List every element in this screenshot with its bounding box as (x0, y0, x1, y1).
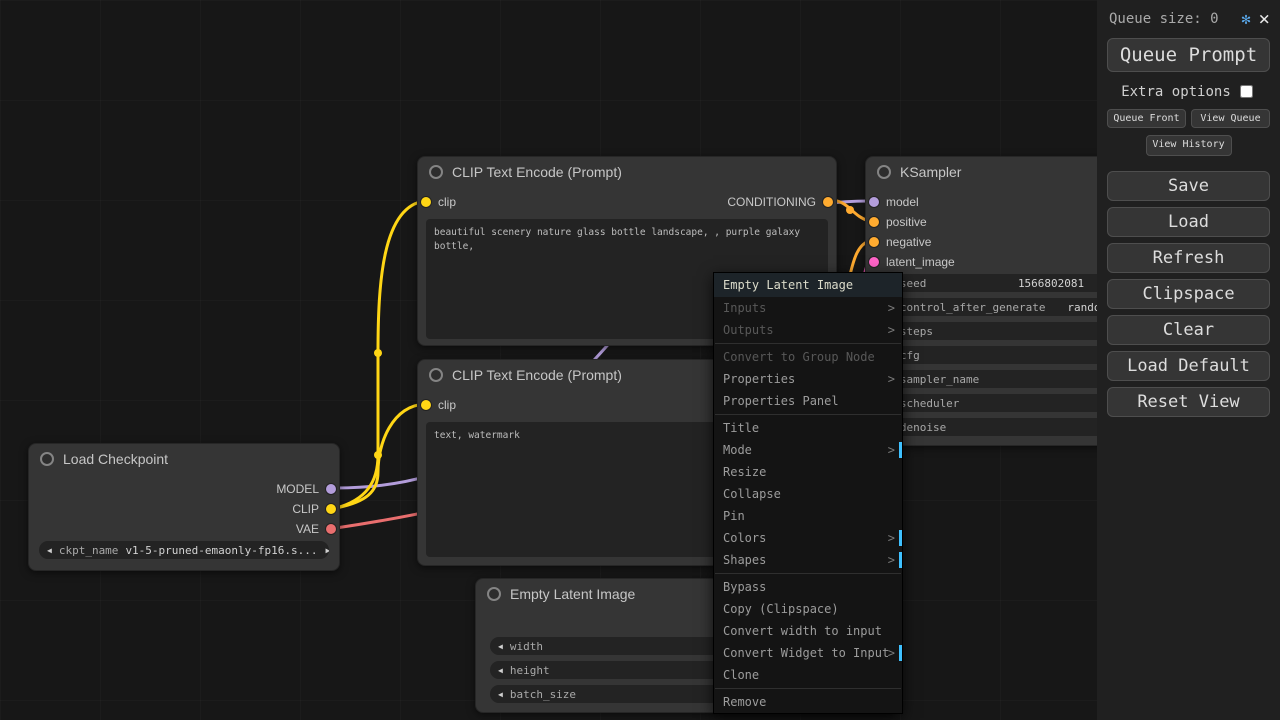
submenu-arrow-icon: > (888, 372, 895, 386)
model-port-icon[interactable] (869, 197, 879, 207)
menu-separator (715, 343, 901, 344)
queue-front-button[interactable]: Queue Front (1107, 109, 1186, 128)
menu-item-pin[interactable]: Pin (714, 505, 902, 527)
conditioning-port-icon[interactable] (823, 197, 833, 207)
menu-item-remove[interactable]: Remove (714, 691, 902, 713)
input-latent-image[interactable]: latent_image (869, 252, 955, 272)
output-conditioning[interactable]: CONDITIONING (727, 192, 833, 212)
menu-item-title[interactable]: Title (714, 417, 902, 439)
menu-item-convert-widget-to-input[interactable]: Convert Widget to Input > (714, 642, 902, 664)
input-clip[interactable]: clip (421, 395, 456, 415)
menu-item-copy-clipspace[interactable]: Copy (Clipspace) (714, 598, 902, 620)
node-load-checkpoint[interactable]: Load Checkpoint MODEL CLIP VAE ◀ ckpt_na… (28, 443, 340, 571)
load-button[interactable]: Load (1107, 207, 1270, 237)
submenu-accent-bar (899, 530, 902, 546)
next-arrow-icon[interactable]: ▶ (326, 546, 330, 555)
menu-item-properties[interactable]: Properties > (714, 368, 902, 390)
link-dot (374, 349, 382, 357)
menu-separator (715, 688, 901, 689)
menu-item-convert-to-group-node: Convert to Group Node (714, 346, 902, 368)
queue-size-label: Queue size: 0 (1109, 11, 1234, 27)
submenu-arrow-icon: > (888, 646, 895, 660)
prev-arrow-icon[interactable]: ◀ (498, 642, 503, 651)
collapse-dot-icon[interactable] (429, 165, 443, 179)
save-button[interactable]: Save (1107, 171, 1270, 201)
menu-item-bypass[interactable]: Bypass (714, 576, 902, 598)
collapse-dot-icon[interactable] (487, 587, 501, 601)
submenu-accent-bar (899, 442, 902, 458)
submenu-accent-bar (899, 645, 902, 661)
submenu-arrow-icon: > (888, 553, 895, 567)
collapse-dot-icon[interactable] (877, 165, 891, 179)
vae-port-icon[interactable] (326, 524, 336, 534)
submenu-accent-bar (899, 552, 902, 568)
ckpt-name-widget[interactable]: ◀ ckpt_name v1-5-pruned-emaonly-fp16.s..… (39, 541, 329, 559)
context-menu-title: Empty Latent Image (714, 273, 902, 297)
menu-item-resize[interactable]: Resize (714, 461, 902, 483)
view-queue-button[interactable]: View Queue (1191, 109, 1270, 128)
clip-port-icon[interactable] (421, 197, 431, 207)
settings-gear-icon[interactable]: ✻ (1242, 10, 1251, 28)
node-title: CLIP Text Encode (Prompt) (452, 164, 622, 180)
load-default-button[interactable]: Load Default (1107, 351, 1270, 381)
input-clip[interactable]: clip (421, 192, 456, 212)
menu-item-shapes[interactable]: Shapes > (714, 549, 902, 571)
submenu-arrow-icon: > (888, 323, 895, 337)
input-negative[interactable]: negative (869, 232, 931, 252)
prev-arrow-icon[interactable]: ◀ (47, 546, 52, 555)
output-model[interactable]: MODEL (276, 479, 336, 499)
menu-item-colors[interactable]: Colors > (714, 527, 902, 549)
node-header[interactable]: Load Checkpoint (29, 444, 339, 474)
node-title: Empty Latent Image (510, 586, 635, 602)
node-title: CLIP Text Encode (Prompt) (452, 367, 622, 383)
extra-options-label: Extra options (1121, 84, 1231, 100)
extra-options-checkbox[interactable] (1240, 85, 1253, 98)
collapse-dot-icon[interactable] (40, 452, 54, 466)
collapse-dot-icon[interactable] (429, 368, 443, 382)
submenu-arrow-icon: > (888, 531, 895, 545)
link-dot (846, 206, 854, 214)
close-icon[interactable]: × (1259, 12, 1270, 26)
conditioning-port-icon[interactable] (869, 237, 879, 247)
node-title: Load Checkpoint (63, 451, 168, 467)
view-history-button[interactable]: View History (1146, 135, 1232, 156)
node-header[interactable]: CLIP Text Encode (Prompt) (418, 157, 836, 187)
node-editor-canvas[interactable]: Load Checkpoint MODEL CLIP VAE ◀ ckpt_na… (0, 0, 1280, 720)
menu-separator (715, 414, 901, 415)
link-dot (374, 451, 382, 459)
menu-item-clone[interactable]: Clone (714, 664, 902, 686)
comfy-menu-panel: Queue size: 0 ✻ × Queue Prompt Extra opt… (1097, 0, 1280, 720)
model-port-icon[interactable] (326, 484, 336, 494)
menu-item-properties-panel[interactable]: Properties Panel (714, 390, 902, 412)
submenu-arrow-icon: > (888, 301, 895, 315)
prev-arrow-icon[interactable]: ◀ (498, 690, 503, 699)
clip-port-icon[interactable] (326, 504, 336, 514)
input-model[interactable]: model (869, 192, 919, 212)
refresh-button[interactable]: Refresh (1107, 243, 1270, 273)
node-title: KSampler (900, 164, 961, 180)
latent-port-icon[interactable] (869, 257, 879, 267)
output-clip[interactable]: CLIP (292, 499, 336, 519)
conditioning-port-icon[interactable] (869, 217, 879, 227)
clipspace-button[interactable]: Clipspace (1107, 279, 1270, 309)
menu-item-outputs: Outputs > (714, 319, 902, 341)
clip-port-icon[interactable] (421, 400, 431, 410)
menu-item-collapse[interactable]: Collapse (714, 483, 902, 505)
output-vae[interactable]: VAE (296, 519, 336, 539)
menu-item-mode[interactable]: Mode > (714, 439, 902, 461)
clear-button[interactable]: Clear (1107, 315, 1270, 345)
node-context-menu: Empty Latent Image Inputs > Outputs > Co… (713, 272, 903, 714)
menu-item-convert-width-to-input[interactable]: Convert width to input (714, 620, 902, 642)
menu-separator (715, 573, 901, 574)
input-positive[interactable]: positive (869, 212, 927, 232)
reset-view-button[interactable]: Reset View (1107, 387, 1270, 417)
queue-prompt-button[interactable]: Queue Prompt (1107, 38, 1270, 72)
menu-item-inputs: Inputs > (714, 297, 902, 319)
prev-arrow-icon[interactable]: ◀ (498, 666, 503, 675)
submenu-arrow-icon: > (888, 443, 895, 457)
